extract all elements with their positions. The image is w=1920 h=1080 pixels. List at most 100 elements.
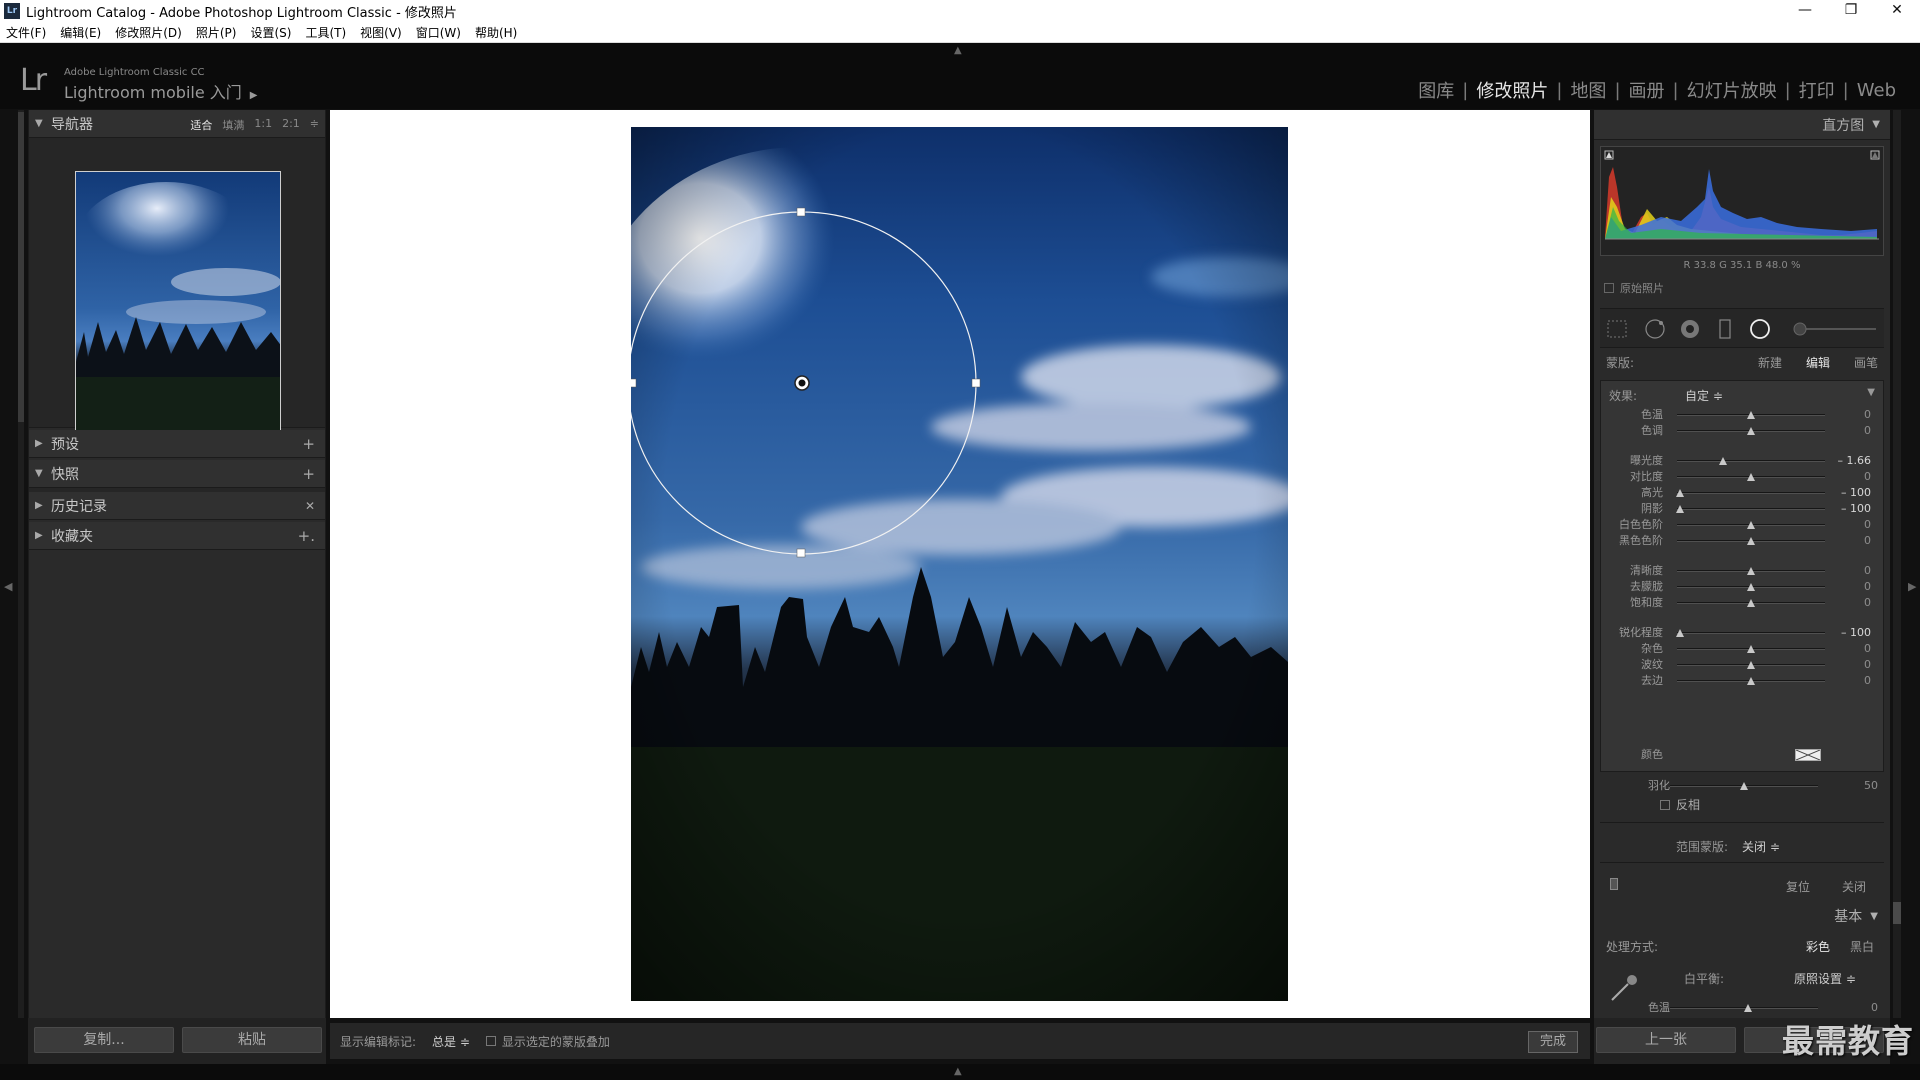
slider-value[interactable]: – 100 xyxy=(1841,501,1871,517)
zoom-fill[interactable]: 填满 xyxy=(222,117,244,133)
slider-track[interactable] xyxy=(1677,583,1825,591)
paste-settings-button[interactable]: 粘贴 xyxy=(182,1027,322,1053)
slider-knob[interactable] xyxy=(1747,567,1755,575)
image-canvas[interactable] xyxy=(330,110,1590,1018)
previous-button[interactable]: 上一张 xyxy=(1596,1027,1736,1053)
effect-slider-11[interactable]: 锐化程度 – 100 xyxy=(1601,625,1883,641)
history-header[interactable]: ▶ 历史记录 ✕ xyxy=(29,492,325,520)
slider-knob[interactable] xyxy=(1675,505,1684,513)
scrollbar-thumb[interactable] xyxy=(1893,902,1901,924)
show-edit-pins-select[interactable]: 总是 ≑ xyxy=(432,1033,470,1050)
slider-track[interactable] xyxy=(1675,489,1825,497)
slider-value[interactable]: – 100 xyxy=(1841,485,1871,501)
zoom-more-icon[interactable]: ≑ xyxy=(310,117,319,133)
slider-value[interactable]: 0 xyxy=(1864,423,1871,439)
effect-collapse-icon[interactable]: ▼ xyxy=(1867,387,1875,398)
histogram[interactable]: R 33.8 G 35.1 B 48.0 % xyxy=(1600,146,1884,271)
filmstrip-collapsed[interactable]: ▲ xyxy=(0,1064,1920,1080)
slider-knob[interactable] xyxy=(1747,411,1755,419)
navigator-header[interactable]: ▼ 导航器 适合 填满 1:1 2:1 ≑ xyxy=(29,110,325,138)
feather-value[interactable]: 50 xyxy=(1864,778,1878,794)
slider-track[interactable] xyxy=(1677,537,1825,545)
slider-knob[interactable] xyxy=(1747,427,1755,435)
zoom-fit[interactable]: 适合 xyxy=(190,117,212,133)
mask-brush[interactable]: 画笔 xyxy=(1854,354,1878,371)
treatment-bw[interactable]: 黑白 xyxy=(1850,938,1874,955)
slider-value[interactable]: 0 xyxy=(1864,595,1871,611)
effect-slider-8[interactable]: 清晰度 0 xyxy=(1601,563,1883,579)
mask-edit[interactable]: 编辑 xyxy=(1806,354,1830,371)
slider-track[interactable] xyxy=(1677,411,1825,419)
basic-temp-value[interactable]: 0 xyxy=(1871,1000,1878,1016)
radial-filter-overlay[interactable] xyxy=(631,127,1288,1001)
slider-knob[interactable] xyxy=(1747,661,1755,669)
effect-slider-2[interactable]: 曝光度 – 1.66 xyxy=(1601,453,1883,469)
close-mask-button[interactable]: 关闭 xyxy=(1842,878,1866,895)
snapshots-header[interactable]: ▼ 快照 + xyxy=(29,460,325,488)
slider-knob[interactable] xyxy=(1747,599,1755,607)
menu-photo[interactable]: 照片(P) xyxy=(196,24,237,41)
add-preset-icon[interactable]: + xyxy=(302,435,315,453)
slider-knob[interactable] xyxy=(1740,782,1748,790)
slider-value[interactable]: 0 xyxy=(1864,469,1871,485)
presets-header[interactable]: ▶ 预设 + xyxy=(29,430,325,458)
zoom-1-1[interactable]: 1:1 xyxy=(254,117,272,133)
slider-knob[interactable] xyxy=(1675,489,1684,497)
mask-overlay-checkbox[interactable] xyxy=(485,1036,496,1046)
invert-toggle[interactable]: 反相 xyxy=(1660,796,1700,813)
mobile-link[interactable]: Lightroom mobile 入门 ▶ xyxy=(64,79,257,103)
range-mask-select[interactable]: 关闭 ≑ xyxy=(1742,838,1780,855)
slider-track[interactable] xyxy=(1677,599,1825,607)
module-map[interactable]: 地图 xyxy=(1562,77,1614,103)
slider-track[interactable] xyxy=(1670,1004,1818,1012)
slider-track[interactable] xyxy=(1677,457,1825,465)
basic-header[interactable]: 基本 ▼ xyxy=(1600,903,1884,929)
effect-slider-0[interactable]: 色温 0 xyxy=(1601,407,1883,423)
minimize-button[interactable]: — xyxy=(1782,0,1828,22)
menu-file[interactable]: 文件(F) xyxy=(6,24,46,41)
collapse-right-icon[interactable]: ▶ xyxy=(1908,580,1916,593)
left-panel-scrollbar[interactable] xyxy=(18,110,24,1018)
collapse-bottom-icon[interactable]: ▲ xyxy=(954,1066,962,1077)
copy-settings-button[interactable]: 复制... xyxy=(34,1027,174,1053)
slider-knob[interactable] xyxy=(1747,645,1755,653)
module-develop[interactable]: 修改照片 xyxy=(1468,77,1556,103)
module-library[interactable]: 图库 xyxy=(1410,77,1462,103)
menu-tools[interactable]: 工具(T) xyxy=(305,24,346,41)
slider-value[interactable]: 0 xyxy=(1864,579,1871,595)
slider-track[interactable] xyxy=(1677,567,1825,575)
mask-new[interactable]: 新建 xyxy=(1758,354,1782,371)
add-collection-icon[interactable]: +. xyxy=(298,527,315,545)
effect-slider-13[interactable]: 波纹 0 xyxy=(1601,657,1883,673)
slider-knob[interactable] xyxy=(1744,1004,1753,1012)
slider-track[interactable] xyxy=(1677,473,1825,481)
right-panel-scrollbar[interactable] xyxy=(1893,110,1901,1018)
scrollbar-thumb[interactable] xyxy=(18,112,24,422)
menu-help[interactable]: 帮助(H) xyxy=(475,24,517,41)
module-print[interactable]: 打印 xyxy=(1791,77,1843,103)
collections-header[interactable]: ▶ 收藏夹 +. xyxy=(29,522,325,550)
effect-select[interactable]: 自定 ≑ xyxy=(1685,387,1723,404)
slider-value[interactable]: – 1.66 xyxy=(1838,453,1872,469)
effect-slider-1[interactable]: 色调 0 xyxy=(1601,423,1883,439)
effect-slider-12[interactable]: 杂色 0 xyxy=(1601,641,1883,657)
slider-value[interactable]: 0 xyxy=(1864,533,1871,549)
slider-track[interactable] xyxy=(1677,677,1825,685)
slider-value[interactable]: 0 xyxy=(1864,641,1871,657)
effect-slider-3[interactable]: 对比度 0 xyxy=(1601,469,1883,485)
slider-track[interactable] xyxy=(1675,505,1825,513)
slider-knob[interactable] xyxy=(1747,677,1755,685)
toggle-effect-icon[interactable] xyxy=(1610,878,1618,890)
slider-knob[interactable] xyxy=(1747,521,1755,529)
slider-knob[interactable] xyxy=(1675,629,1684,637)
add-snapshot-icon[interactable]: + xyxy=(302,465,315,483)
module-web[interactable]: Web xyxy=(1849,80,1904,101)
wb-select[interactable]: 原照设置 ≑ xyxy=(1794,970,1856,987)
menu-develop[interactable]: 修改照片(D) xyxy=(115,24,182,41)
slider-value[interactable]: 0 xyxy=(1864,407,1871,423)
module-book[interactable]: 画册 xyxy=(1621,77,1673,103)
clear-history-icon[interactable]: ✕ xyxy=(305,499,315,513)
slider-knob[interactable] xyxy=(1747,537,1755,545)
slider-knob[interactable] xyxy=(1747,583,1755,591)
slider-knob[interactable] xyxy=(1718,457,1727,465)
